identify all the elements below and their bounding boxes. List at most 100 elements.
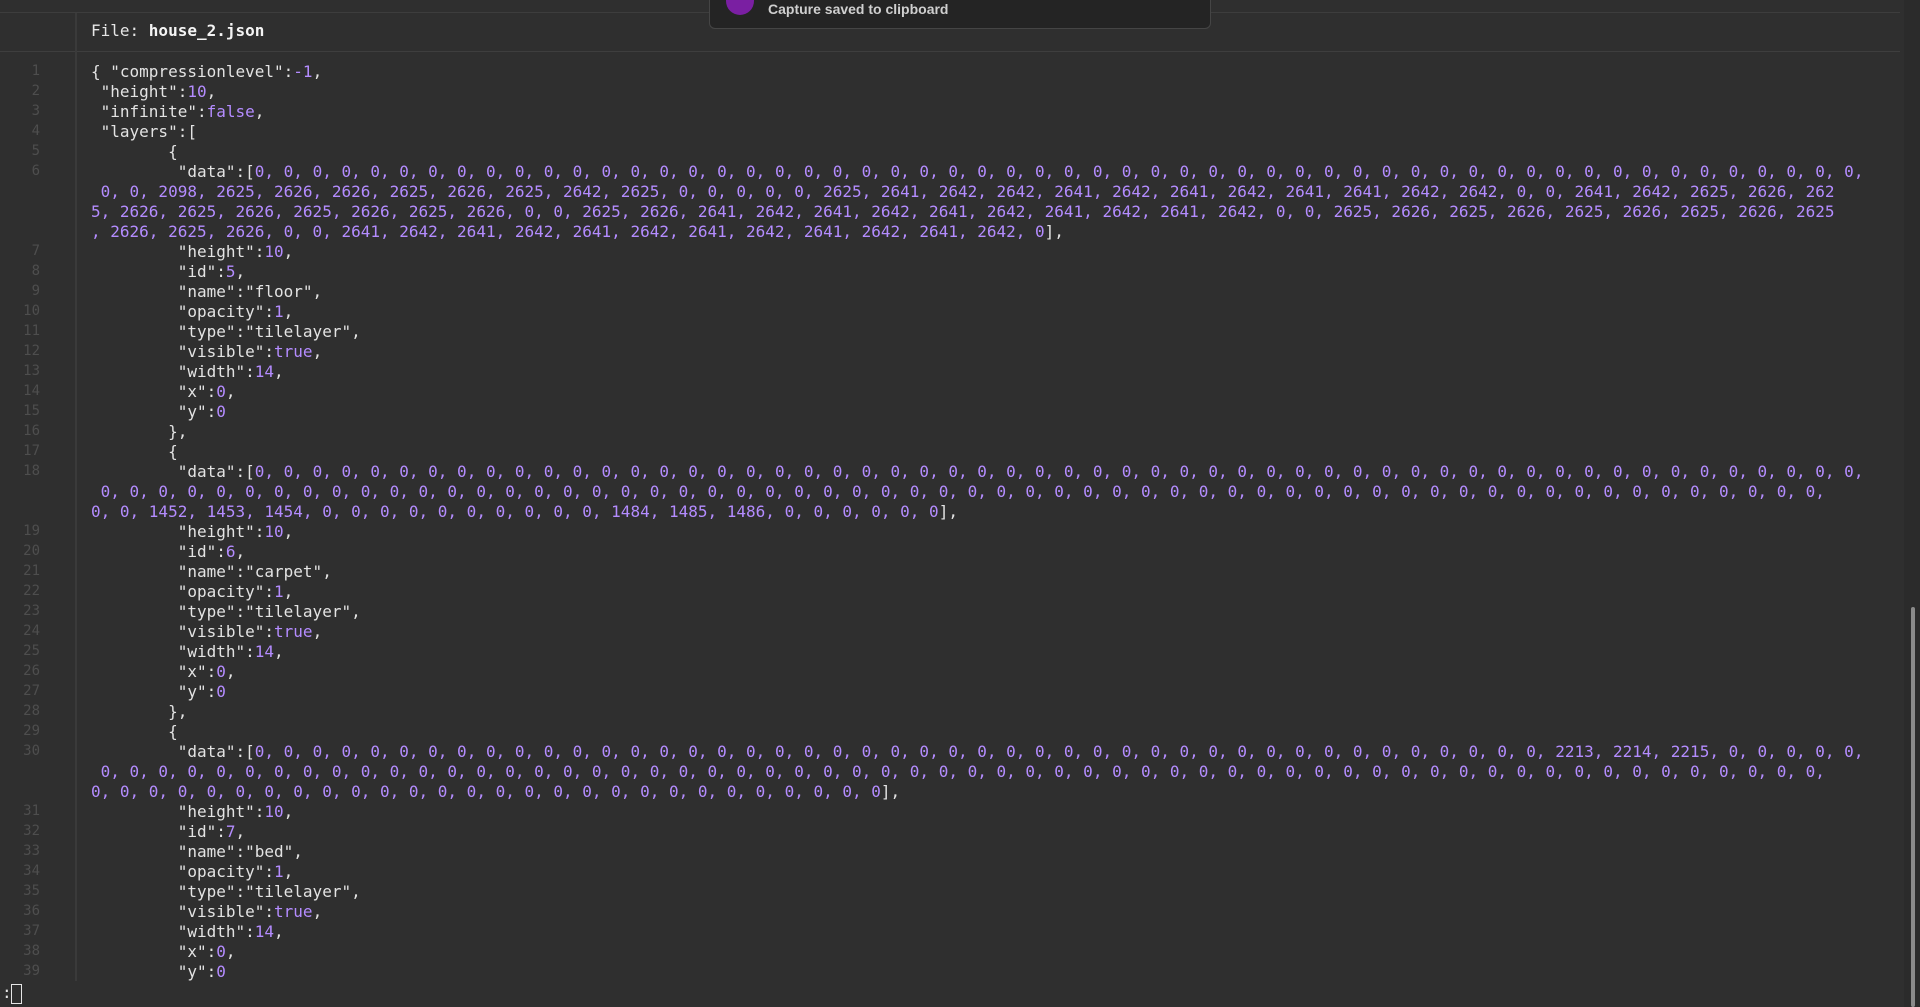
code-text: "name":"bed", <box>91 842 303 861</box>
line-number: 25 <box>23 643 40 659</box>
code-line[interactable]: { <box>91 442 178 461</box>
code-line[interactable]: }, <box>91 422 187 441</box>
code-line[interactable]: }, <box>91 702 187 721</box>
code-text: , <box>274 642 284 661</box>
code-line[interactable]: "width":14, <box>91 362 284 381</box>
code-line[interactable]: "data":[0, 0, 0, 0, 0, 0, 0, 0, 0, 0, 0,… <box>91 742 1864 761</box>
notification-toast[interactable]: Capture saved to clipboard <box>709 0 1211 29</box>
code-line[interactable]: "infinite":false, <box>91 102 265 121</box>
code-text: "opacity": <box>91 862 275 881</box>
code-line[interactable]: 0, 0, 2098, 2625, 2626, 2626, 2625, 2626… <box>91 182 1835 201</box>
code-value: 0, 0, 0, 0, 0, 0, 0, 0, 0, 0, 0, 0, 0, 0… <box>254 162 1864 181</box>
code-value: 0, 0, 1452, 1453, 1454, 0, 0, 0, 0, 0, 0… <box>91 502 939 521</box>
code-text: "type":"tilelayer", <box>91 602 361 621</box>
code-line[interactable]: "height":10, <box>91 802 294 821</box>
code-value: 0 <box>216 962 226 981</box>
code-line[interactable]: "id":7, <box>91 822 245 841</box>
code-text: "height": <box>91 522 265 541</box>
code-line[interactable]: "width":14, <box>91 922 284 941</box>
code-text: , <box>312 622 323 641</box>
code-text: "id": <box>91 542 226 561</box>
app-icon <box>726 0 754 15</box>
code-line[interactable]: { <box>91 722 178 741</box>
code-line[interactable]: 0, 0, 0, 0, 0, 0, 0, 0, 0, 0, 0, 0, 0, 0… <box>91 482 1825 501</box>
code-line[interactable]: "y":0 <box>91 402 226 421</box>
line-number: 16 <box>23 423 40 439</box>
code-line[interactable]: "type":"tilelayer", <box>91 882 361 901</box>
code-line[interactable]: "width":14, <box>91 642 284 661</box>
code-line[interactable]: "opacity":1, <box>91 302 294 321</box>
code-line[interactable]: 0, 0, 0, 0, 0, 0, 0, 0, 0, 0, 0, 0, 0, 0… <box>91 782 900 801</box>
code-line[interactable]: "visible":true, <box>91 342 323 361</box>
code-line[interactable]: "visible":true, <box>91 622 323 641</box>
scrollbar-thumb[interactable] <box>1911 607 1915 1007</box>
code-value: 5, 2626, 2625, 2626, 2625, 2626, 2625, 2… <box>91 202 1835 221</box>
code-line[interactable]: "name":"bed", <box>91 842 303 861</box>
code-text: "height": <box>91 802 265 821</box>
code-text: "width": <box>91 362 255 381</box>
line-number: 26 <box>23 663 40 679</box>
code-line[interactable]: "y":0 <box>91 682 226 701</box>
code-text: , <box>283 522 294 541</box>
code-text: "data":[ <box>91 742 255 761</box>
code-line[interactable]: "type":"tilelayer", <box>91 322 361 341</box>
code-line[interactable]: "visible":true, <box>91 902 323 921</box>
code-text: "width": <box>91 922 255 941</box>
code-line[interactable]: { <box>91 142 178 161</box>
code-text: "layers":[ <box>91 122 197 141</box>
code-line[interactable]: "name":"carpet", <box>91 562 332 581</box>
line-number: 9 <box>31 283 40 299</box>
gutter-divider <box>75 13 77 981</box>
code-line[interactable]: , 2626, 2625, 2626, 0, 0, 2641, 2642, 26… <box>91 222 1064 241</box>
code-text: , <box>254 102 265 121</box>
code-line[interactable]: "id":6, <box>91 542 245 561</box>
code-value: -1 <box>293 62 313 81</box>
text-cursor <box>11 984 22 1004</box>
code-line[interactable]: "x":0, <box>91 382 236 401</box>
code-value: 0 <box>216 942 226 961</box>
code-value: 7 <box>225 822 236 841</box>
code-text: , <box>312 62 323 81</box>
code-text: , <box>235 542 246 561</box>
code-line[interactable]: "height":10, <box>91 82 217 101</box>
line-number: 2 <box>31 83 40 99</box>
code-value: 0 <box>216 382 226 401</box>
code-line[interactable]: 0, 0, 0, 0, 0, 0, 0, 0, 0, 0, 0, 0, 0, 0… <box>91 762 1825 781</box>
code-line[interactable]: "name":"floor", <box>91 282 323 301</box>
line-number: 34 <box>23 863 40 879</box>
code-value: true <box>274 902 313 921</box>
code-line[interactable]: "opacity":1, <box>91 862 294 881</box>
command-line[interactable]: : <box>0 981 1904 1007</box>
code-text: "visible": <box>91 902 275 921</box>
code-line[interactable]: 0, 0, 1452, 1453, 1454, 0, 0, 0, 0, 0, 0… <box>91 502 958 521</box>
code-text: , <box>235 822 246 841</box>
code-text: , <box>225 662 236 681</box>
code-line[interactable]: "id":5, <box>91 262 245 281</box>
code-text: ], <box>938 502 958 521</box>
code-line[interactable]: "data":[0, 0, 0, 0, 0, 0, 0, 0, 0, 0, 0,… <box>91 162 1864 181</box>
line-number: 24 <box>23 623 40 639</box>
code-text: "x": <box>91 942 217 961</box>
code-line[interactable]: "layers":[ <box>91 122 197 141</box>
code-value: 1 <box>274 302 284 321</box>
line-number: 13 <box>23 363 40 379</box>
code-text: "data":[ <box>91 462 255 481</box>
code-line[interactable]: "type":"tilelayer", <box>91 602 361 621</box>
code-line[interactable]: "height":10, <box>91 242 294 261</box>
code-value: 0, 0, 0, 0, 0, 0, 0, 0, 0, 0, 0, 0, 0, 0… <box>91 762 1825 781</box>
code-line[interactable]: "height":10, <box>91 522 294 541</box>
line-number: 19 <box>23 523 40 539</box>
code-line[interactable]: "opacity":1, <box>91 582 294 601</box>
code-text: "y": <box>91 402 217 421</box>
code-line[interactable]: "y":0 <box>91 962 226 981</box>
code-line[interactable]: 5, 2626, 2625, 2626, 2625, 2626, 2625, 2… <box>91 202 1835 221</box>
code-line[interactable]: "x":0, <box>91 942 236 961</box>
line-number: 4 <box>31 123 40 139</box>
code-value: 10 <box>187 82 207 101</box>
code-text: }, <box>91 422 188 441</box>
code-line[interactable]: "x":0, <box>91 662 236 681</box>
line-number: 28 <box>23 703 40 719</box>
code-line[interactable]: "data":[0, 0, 0, 0, 0, 0, 0, 0, 0, 0, 0,… <box>91 462 1864 481</box>
line-number: 29 <box>23 723 40 739</box>
code-line[interactable]: { "compressionlevel":-1, <box>91 62 322 81</box>
